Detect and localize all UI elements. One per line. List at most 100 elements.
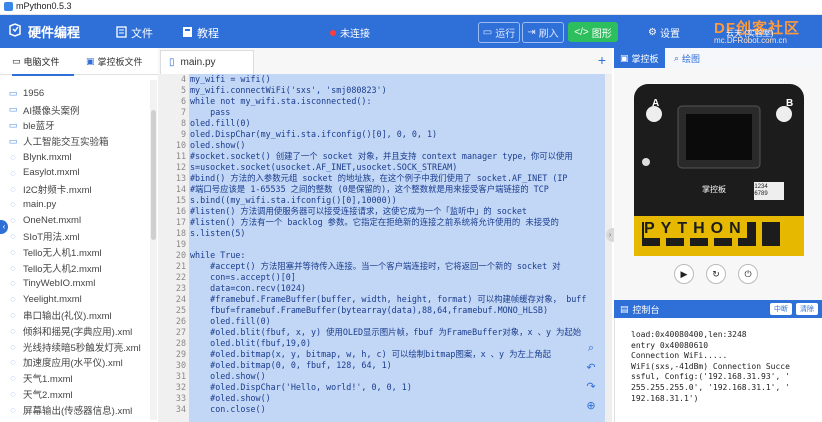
zoom-in-icon[interactable]: ⊕ <box>586 399 595 412</box>
file-item[interactable]: ◌ SIoT用法.xml <box>0 228 150 244</box>
code-line[interactable]: while True: <box>189 250 605 261</box>
file-item[interactable]: ◌ I2C射频卡.mxml <box>0 181 150 197</box>
board-icon: ▣ <box>620 52 629 63</box>
editor-scrollbar[interactable] <box>605 74 612 422</box>
file-item-label: Blynk.mxml <box>23 151 72 163</box>
line-number: 28 <box>175 338 186 348</box>
menu-tutorial[interactable]: 教程 <box>182 25 219 41</box>
code-line[interactable]: oled.fill(0) <box>189 118 605 129</box>
code-line[interactable]: oled.blit(fbuf,19,0) <box>189 338 605 349</box>
code-line[interactable]: #socket.socket() 创建了一个 socket 对象，并且支持 co… <box>189 151 605 162</box>
code-line[interactable]: s.listen(5) <box>189 228 605 239</box>
run-button[interactable]: ▭ 运行 <box>478 22 520 43</box>
graphic-mode-button[interactable]: </> 图形 <box>568 22 618 42</box>
console-interrupt-button[interactable]: 中断 <box>770 303 792 315</box>
line-number: 5 <box>180 85 186 95</box>
code-line[interactable]: #bind() 方法的入参数元组 socket 的地址族，在这个例子中我们使用了… <box>189 173 605 184</box>
console-line: load:0x40080400,len:3248 <box>631 330 747 339</box>
tab-pc-files[interactable]: ▭ 电脑文件 <box>12 48 74 76</box>
console-output[interactable]: load:0x40080400,len:3248 entry 0x40080610… <box>614 318 822 422</box>
code-line[interactable]: #listen() 方法有一个 backlog 参数。它指定在拒绝新的连接之前系… <box>189 217 605 228</box>
code-line[interactable]: #accept() 方法阻塞并等待传入连接。当一个客户端连接时，它将返回一个新的… <box>189 261 605 272</box>
code-line[interactable]: oled.DispChar(my_wifi.sta.ifconfig()[0],… <box>189 129 605 140</box>
settings-button[interactable]: ⚙ 设置 <box>648 25 680 40</box>
board-label-a[interactable]: A <box>652 98 659 109</box>
search-icon[interactable]: ⌕ <box>588 342 594 355</box>
code-editor[interactable]: my_wifi = wifi() my_wifi.connectWiFi('sxs… <box>189 74 605 422</box>
file-item[interactable]: ◌ 加速度应用(水平仪).xml <box>0 355 150 371</box>
code-line[interactable]: #oled.bitmap(x, y, bitmap, w, h, c) 可以绘制… <box>189 349 605 360</box>
code-line[interactable]: my_wifi.connectWiFi('sxs', 'smj080823') <box>189 85 605 96</box>
file-icon: ◌ <box>10 152 16 163</box>
undo-icon[interactable]: ↶ <box>586 361 595 374</box>
play-icon[interactable]: ▶ <box>674 264 694 284</box>
file-item[interactable]: ◌ OneNet.mxml <box>0 212 150 228</box>
code-line[interactable]: data=con.recv(1024) <box>189 283 605 294</box>
line-number: 29 <box>175 349 186 359</box>
code-line[interactable]: #oled.blit(fbuf, x, y) 使用OLED显示图片帧，fbuf … <box>189 327 605 338</box>
connection-status[interactable]: 未连接 <box>330 25 370 40</box>
code-line[interactable]: #listen() 方法调用使服务器可以接受连接请求，这使它成为一个「监听中」的… <box>189 206 605 217</box>
file-item[interactable]: ◌ Yeelight.mxml <box>0 291 150 307</box>
flash-button[interactable]: ⇥ 刷入 <box>522 22 564 43</box>
graphic-label: 图形 <box>591 28 612 40</box>
scrollbar-thumb[interactable] <box>151 110 156 240</box>
editor-tabs: ▯ main.py + <box>158 48 612 75</box>
tab-board-files[interactable]: ▣ 掌控板文件 <box>86 48 156 74</box>
file-item[interactable]: ◌ Tello无人机2.mxml <box>0 260 150 276</box>
line-number: 11 <box>175 151 186 161</box>
code-line[interactable]: oled.show() <box>189 371 605 382</box>
file-list-scrollbar[interactable] <box>150 80 157 420</box>
file-item[interactable]: ◌ 天气2.mxml <box>0 386 150 402</box>
tab-main-py[interactable]: ▯ main.py <box>160 50 254 74</box>
code-line[interactable]: #oled.bitmap(0, 0, fbuf, 128, 64, 1) <box>189 360 605 371</box>
file-item[interactable]: ◌ main.py <box>0 197 150 213</box>
code-line[interactable]: while not my_wifi.sta.isconnected(): <box>189 96 605 107</box>
code-line[interactable]: fbuf=framebuf.FrameBuffer(bytearray(data… <box>189 305 605 316</box>
line-number: 9 <box>180 129 186 139</box>
mode-switch[interactable]: 硬件编程 <box>8 22 80 41</box>
file-item[interactable]: ▭ 1956 <box>0 86 150 102</box>
file-item[interactable]: ◌ Tello无人机1.mxml <box>0 244 150 260</box>
code-line[interactable]: oled.show() <box>189 140 605 151</box>
board-label-b[interactable]: B <box>786 98 793 109</box>
code-line[interactable] <box>189 239 605 250</box>
add-tab-button[interactable]: + <box>598 52 606 68</box>
file-item[interactable]: ◌ 屏幕输出(传感器信息).xml <box>0 402 150 418</box>
code-line[interactable]: #framebuf.FrameBuffer(buffer, width, hei… <box>189 294 605 305</box>
file-item[interactable]: ◌ 倾斜和摇晃(字典应用).xml <box>0 323 150 339</box>
code-line[interactable]: con.close() <box>189 404 605 415</box>
tab-board[interactable]: ▣ 掌控板 <box>614 48 665 68</box>
code-line[interactable]: s=usocket.socket(usocket.AF_INET,usocket… <box>189 162 605 173</box>
file-item[interactable]: ◌ Blynk.mxml <box>0 149 150 165</box>
file-item[interactable]: ▭ AI摄像头案例 <box>0 102 150 118</box>
reset-icon[interactable]: ↻ <box>706 264 726 284</box>
line-number: 21 <box>175 261 186 271</box>
tab-pc-files-label: 电脑文件 <box>23 56 60 67</box>
line-number: 16 <box>175 206 186 216</box>
code-line[interactable]: s.bind((my_wifi.sta.ifconfig()[0],10000)… <box>189 195 605 206</box>
file-item[interactable]: ◌ Easylot.mxml <box>0 165 150 181</box>
tab-plot[interactable]: ⌕ 绘图 <box>668 48 706 68</box>
code-line[interactable]: con=s.accept()[0] <box>189 272 605 283</box>
file-item[interactable]: ◌ 串口输出(礼仪).mxml <box>0 307 150 323</box>
code-line[interactable]: my_wifi = wifi() <box>189 74 605 85</box>
code-line[interactable]: oled.fill(0) <box>189 316 605 327</box>
code-line[interactable]: #端口号应该是 1-65535 之间的整数 (0是保留的)，这个整数就是用来接受… <box>189 184 605 195</box>
redo-icon[interactable]: ↷ <box>586 380 595 393</box>
file-item[interactable]: ◌ 天气1.mxml <box>0 370 150 386</box>
code-line[interactable]: #oled.DispChar('Hello, world!', 0, 0, 1) <box>189 382 605 393</box>
console-clear-button[interactable]: 清除 <box>796 303 818 315</box>
power-icon[interactable]: ⏻ <box>738 264 758 284</box>
file-item[interactable]: ◌ TinyWebIO.mxml <box>0 276 150 292</box>
file-icon: ◌ <box>10 389 16 400</box>
document-icon: ▯ <box>169 57 175 68</box>
code-line[interactable]: #oled.show() <box>189 393 605 404</box>
collapse-right-panel-icon[interactable]: › <box>606 228 614 242</box>
file-icon: ◌ <box>10 167 16 178</box>
menu-file[interactable]: 文件 <box>116 25 153 41</box>
file-item[interactable]: ▭ 人工智能交互实验箱 <box>0 133 150 149</box>
code-line[interactable]: pass <box>189 107 605 118</box>
file-item[interactable]: ▭ ble蓝牙 <box>0 118 150 134</box>
file-item[interactable]: ◌ 光线持续暗5秒触发灯亮.xml <box>0 339 150 355</box>
